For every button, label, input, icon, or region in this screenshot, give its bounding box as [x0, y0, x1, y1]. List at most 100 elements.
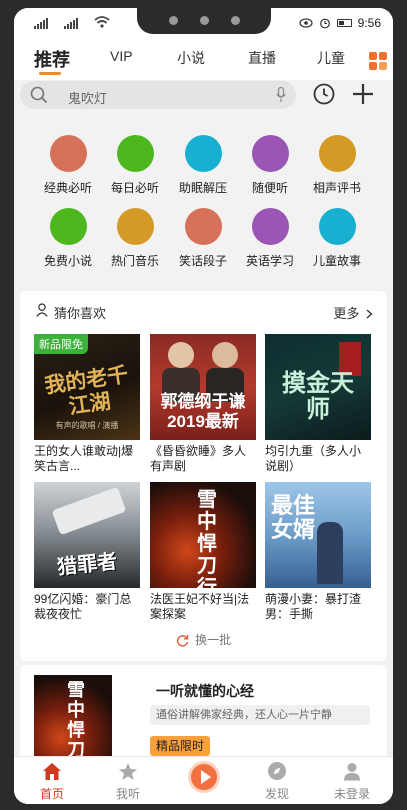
book-cover: 新品限免 我的老千江湖 有声的歌唱 / 演播 — [34, 334, 140, 440]
category-grid: 经典必听 每日必听 助眠解压 随便听 相声评书 免费小说 热门音乐 笑话段子 英… — [14, 120, 393, 290]
category-label: 随便听 — [251, 181, 288, 195]
category-dot-icon — [251, 208, 289, 245]
category-label: 相声评书 — [312, 181, 361, 195]
nav-label: 首页 — [39, 787, 64, 801]
refresh-icon — [176, 635, 189, 647]
camera-notch — [137, 8, 271, 34]
status-right: 9:56 — [299, 13, 381, 33]
book-title: 法医王妃不好当|法案探案 — [150, 592, 250, 621]
category-label: 经典必听 — [43, 181, 92, 195]
search-input[interactable]: 鬼吹灯 — [20, 81, 296, 109]
user-profile-icon — [344, 762, 360, 780]
category-label: 每日必听 — [110, 181, 159, 195]
play-button[interactable] — [188, 761, 220, 793]
book-title: 均引九重（多人小说剧） — [265, 444, 362, 473]
premium-badge: 精品限时 — [150, 736, 211, 756]
refresh-button[interactable]: 换一批 — [20, 631, 387, 648]
book-title: 萌漫小妻：暴打渣男：手撕 — [265, 592, 362, 621]
tab-recommend[interactable]: 推荐 — [34, 46, 70, 72]
wifi-icon — [94, 16, 110, 28]
category-dot-icon — [184, 135, 222, 172]
tab-vip[interactable]: VIP — [110, 48, 133, 64]
feature-card[interactable]: 雪中悍刀行 一听就懂的心经 通俗讲解佛家经典，还人心一片宁静 精品限时 — [20, 665, 387, 765]
category-random[interactable]: 随便听 — [235, 135, 305, 196]
signal-icon — [34, 17, 48, 29]
book-cover: 最佳女婿 — [265, 482, 371, 588]
feature-title: 一听就懂的心经 — [156, 683, 254, 699]
book-title: 《昏昏欲睡》多人有声剧 — [150, 444, 247, 473]
nav-label: 未登录 — [333, 787, 370, 801]
recommend-title: 猜你喜欢 — [54, 306, 107, 321]
status-bar: 9:56 — [14, 8, 393, 38]
compass-icon — [268, 762, 286, 780]
nav-my-listen[interactable]: 我听 — [98, 757, 158, 804]
chevron-right-icon — [366, 309, 373, 319]
book-cover: 郭德纲于谦 2019最新 — [150, 334, 256, 440]
feature-description: 通俗讲解佛家经典，还人心一片宁静 — [150, 705, 370, 725]
recommend-header: 猜你喜欢 更多 — [20, 291, 387, 329]
book-item[interactable]: 最佳女婿 萌漫小妻：暴打渣男：手撕 — [265, 482, 371, 622]
signal-icon-2 — [64, 17, 78, 29]
tab-novel[interactable]: 小说 — [177, 48, 205, 68]
book-item[interactable]: 新品限免 我的老千江湖 有声的歌唱 / 演播 王的女人谁敢动|爆笑古言... — [34, 334, 140, 474]
category-kids-story[interactable]: 儿童故事 — [302, 208, 372, 269]
nav-home[interactable]: 首页 — [22, 757, 82, 804]
search-icon — [30, 86, 48, 104]
tab-kids[interactable]: 儿童 — [317, 48, 345, 68]
category-label: 热门音乐 — [110, 254, 159, 268]
top-tabs: 推荐 VIP 小说 直播 儿童 — [14, 38, 393, 80]
bottom-nav: 首页 我听 发现 未登录 — [14, 756, 393, 804]
category-dot-icon — [116, 208, 154, 245]
category-label: 免费小说 — [43, 254, 92, 268]
more-link[interactable]: 更多 — [333, 303, 373, 322]
refresh-label: 换一批 — [195, 633, 232, 647]
user-icon — [36, 303, 48, 317]
category-grid-icon[interactable] — [369, 52, 387, 70]
category-label: 助眠解压 — [178, 181, 227, 195]
star-icon — [119, 762, 137, 780]
cover-title: 最佳女婿 — [271, 493, 316, 542]
microphone-icon[interactable] — [276, 87, 286, 103]
cover-subtitle: 有声的歌唱 / 演播 — [55, 421, 119, 430]
category-label: 儿童故事 — [312, 254, 361, 268]
recommend-card: 猜你喜欢 更多 新品限免 我的老千江湖 有声的歌唱 / 演播 王的女人谁敢动|爆… — [20, 291, 387, 661]
book-cover: 摸金天师 — [265, 334, 371, 440]
cover-title: 郭德纲于谦 2019最新 — [160, 392, 246, 431]
free-badge: 新品限免 — [34, 334, 88, 354]
more-label: 更多 — [333, 306, 360, 321]
category-jokes[interactable]: 笑话段子 — [168, 208, 238, 269]
cover-title: 摸金天师 — [282, 368, 354, 423]
cover-title: 雪中悍刀行 — [197, 487, 217, 588]
category-sleep[interactable]: 助眠解压 — [168, 135, 238, 196]
category-dot-icon — [49, 208, 87, 245]
category-classic[interactable]: 经典必听 — [33, 135, 103, 196]
search-placeholder: 鬼吹灯 — [68, 91, 108, 106]
person-right — [212, 342, 238, 368]
feature-cover-title: 雪中悍刀行 — [67, 680, 85, 766]
status-time: 9:56 — [357, 16, 381, 30]
history-icon[interactable] — [312, 82, 336, 106]
category-label: 笑话段子 — [178, 254, 227, 268]
nav-label: 我听 — [115, 787, 140, 801]
nav-login[interactable]: 未登录 — [322, 757, 382, 804]
add-icon[interactable] — [351, 82, 375, 106]
category-english[interactable]: 英语学习 — [235, 208, 305, 269]
tab-live[interactable]: 直播 — [248, 48, 276, 68]
category-dot-icon — [318, 135, 356, 172]
book-cover: 雪中悍刀行 — [150, 482, 256, 588]
category-daily[interactable]: 每日必听 — [100, 135, 170, 196]
book-item[interactable]: 郭德纲于谦 2019最新 《昏昏欲睡》多人有声剧 — [150, 334, 256, 474]
nav-label: 发现 — [264, 787, 289, 801]
phone-screen: 9:56 推荐 VIP 小说 直播 儿童 鬼吹灯 经典必听 每日必听 助眠解压 … — [14, 8, 393, 804]
tab-active-indicator — [39, 72, 61, 75]
book-title: 王的女人谁敢动|爆笑古言... — [34, 444, 134, 473]
nav-discover[interactable]: 发现 — [247, 757, 307, 804]
book-item[interactable]: 摸金天师 均引九重（多人小说剧） — [265, 334, 371, 474]
category-free-novel[interactable]: 免费小说 — [33, 208, 103, 269]
book-cover: 猎罪者 — [34, 482, 140, 588]
category-crosstalk[interactable]: 相声评书 — [302, 135, 372, 196]
cover-title: 猎罪者 — [56, 550, 119, 580]
book-item[interactable]: 雪中悍刀行 法医王妃不好当|法案探案 — [150, 482, 256, 622]
book-item[interactable]: 猎罪者 99亿闪婚：豪门总裁夜夜忙 — [34, 482, 140, 622]
category-music[interactable]: 热门音乐 — [100, 208, 170, 269]
